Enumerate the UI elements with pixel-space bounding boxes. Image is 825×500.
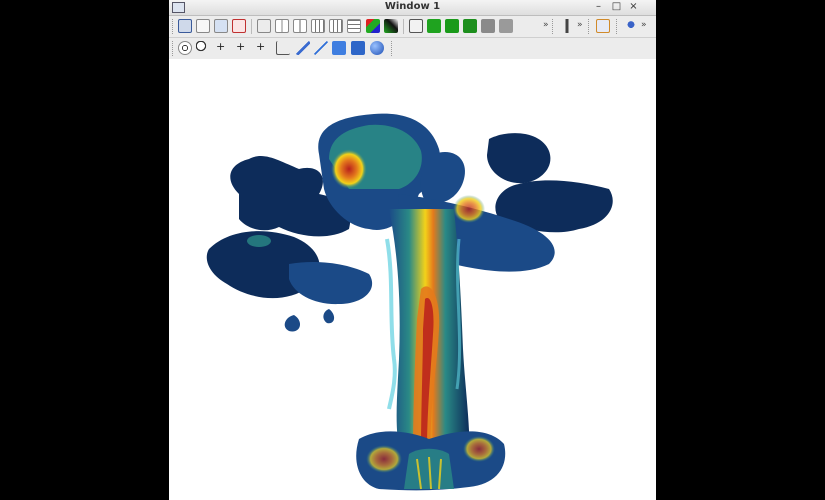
plume-base (356, 431, 506, 491)
copy-window-icon[interactable] (214, 19, 228, 33)
title-bar: Window 1 – □ × (169, 0, 656, 16)
toolbar-grip[interactable] (391, 41, 395, 56)
toolbar-grip[interactable] (552, 19, 556, 34)
sphere-icon[interactable] (370, 41, 384, 55)
print-icon[interactable] (624, 19, 638, 33)
select-view-icon[interactable] (178, 19, 192, 33)
main-toolbar: » » » (169, 16, 656, 38)
close-button[interactable]: × (627, 0, 640, 14)
visualization-window: Window 1 – □ × » » » + + + (169, 0, 656, 500)
new-window-icon[interactable] (196, 19, 210, 33)
toolbar-grip[interactable] (172, 19, 176, 34)
line-probe-icon[interactable] (296, 41, 310, 55)
camera-icon[interactable] (409, 19, 423, 33)
line-tool-icon[interactable] (314, 41, 328, 55)
delete-window-icon[interactable] (232, 19, 246, 33)
plume-stem (385, 209, 470, 459)
animation-back-icon[interactable] (560, 19, 574, 33)
layout-2x2-icon[interactable] (293, 19, 307, 33)
maximize-button[interactable]: □ (610, 0, 623, 14)
lineout-icon[interactable] (276, 41, 290, 55)
layout-1x1-icon[interactable] (257, 19, 271, 33)
layout-3x2-icon[interactable] (311, 19, 325, 33)
color-table-icon[interactable] (384, 19, 398, 33)
layout-2x1-icon[interactable] (275, 19, 289, 33)
navigate-icon[interactable] (178, 41, 192, 55)
camera-save-icon[interactable] (427, 19, 441, 33)
toolbar-separator (251, 19, 252, 34)
more-chevron-icon[interactable]: » (543, 20, 549, 30)
camera-copy-icon[interactable] (463, 19, 477, 33)
box-tool-icon[interactable] (332, 41, 346, 55)
toolbar-grip[interactable] (616, 19, 620, 34)
zoom-icon[interactable] (196, 41, 210, 55)
layout-3x3-icon[interactable] (347, 19, 361, 33)
cube-icon[interactable] (351, 41, 365, 55)
interaction-toolbar: + + + (169, 38, 656, 60)
render-viewport[interactable] (169, 59, 656, 500)
more-chevron-icon[interactable]: » (577, 20, 583, 30)
lock-view-icon[interactable] (366, 19, 380, 33)
toolbar-grip[interactable] (172, 41, 176, 56)
more-chevron-icon[interactable]: » (641, 20, 647, 30)
camera-extra-icon[interactable] (499, 19, 513, 33)
image-save-icon[interactable] (596, 19, 610, 33)
layout-1x3-icon[interactable] (329, 19, 343, 33)
window-title: Window 1 (384, 1, 441, 12)
plume-visualization (206, 113, 613, 491)
toolbar-grip[interactable] (588, 19, 592, 34)
camera-clear-icon[interactable] (481, 19, 495, 33)
minimize-button[interactable]: – (592, 0, 605, 14)
toolbar-separator (403, 19, 404, 34)
camera-reset-icon[interactable] (445, 19, 459, 33)
